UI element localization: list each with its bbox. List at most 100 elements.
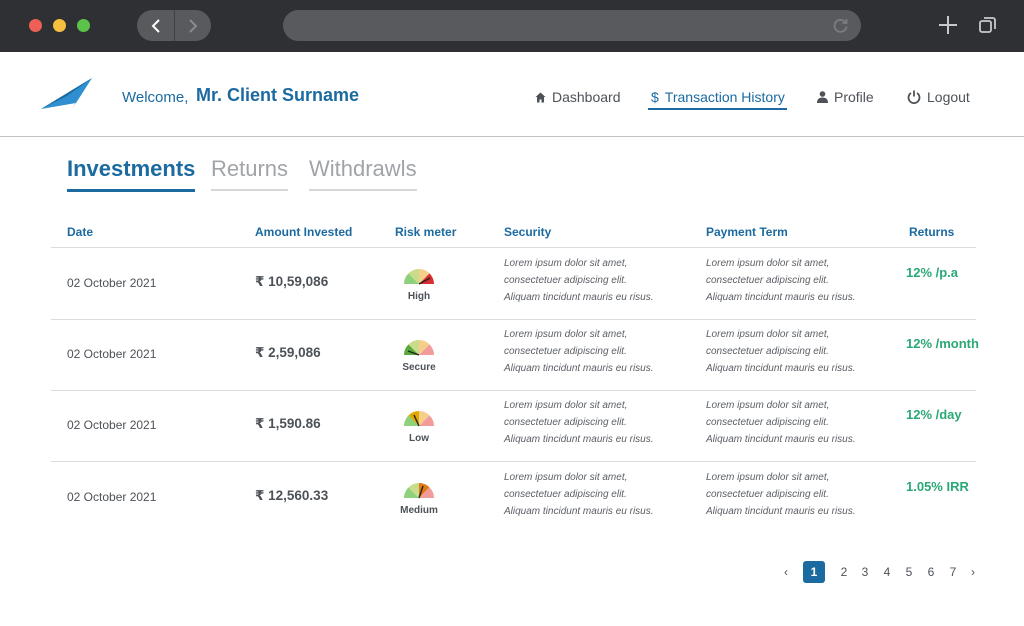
- chevron-right-icon: [189, 18, 198, 33]
- payment-term-line: Lorem ipsum dolor sit amet,: [706, 400, 830, 411]
- amount-cell: ₹ 1,590.86: [255, 416, 321, 431]
- history-nav: [137, 10, 211, 41]
- table-row[interactable]: 02 October 2021 ₹ 12,560.33 Medium Lorem…: [51, 462, 976, 533]
- payment-term-line: Lorem ipsum dolor sit amet,: [706, 472, 830, 483]
- risk-label: Low: [409, 433, 429, 444]
- security-line: Aliquam tincidunt mauris eu risus.: [504, 434, 654, 445]
- security-line: consectetuer adipiscing elit.: [504, 489, 627, 500]
- chevron-left-icon: [151, 18, 160, 33]
- table-row[interactable]: 02 October 2021 ₹ 2,59,086 Secure Lorem …: [51, 320, 979, 391]
- pagination-prev-button[interactable]: ‹: [779, 561, 793, 583]
- pagination-page-2[interactable]: 2: [837, 561, 851, 583]
- address-bar[interactable]: [283, 10, 861, 41]
- payment-term-line: consectetuer adipiscing elit.: [706, 489, 829, 500]
- nav-transaction-history-label: Transaction History: [664, 89, 785, 105]
- nav-profile[interactable]: Profile: [817, 86, 874, 108]
- risk-label: Medium: [400, 505, 438, 516]
- table-header: Date Amount Invested Risk meter Security…: [51, 220, 976, 248]
- column-amount-invested[interactable]: Amount Invested: [255, 225, 352, 239]
- paper-plane-logo-icon[interactable]: [41, 78, 93, 112]
- welcome-text: Welcome,: [122, 89, 189, 106]
- payment-term-line: Lorem ipsum dolor sit amet,: [706, 329, 830, 340]
- tab-investments[interactable]: Investments: [67, 156, 196, 192]
- app-header: Welcome, Mr. Client Surname Dashboard $ …: [0, 52, 1024, 137]
- payment-term-line: Aliquam tincidunt mauris eu risus.: [706, 506, 856, 517]
- payment-term-cell: Lorem ipsum dolor sit amet, consectetuer…: [706, 469, 856, 520]
- tab-withdrawls[interactable]: Withdrawls: [309, 156, 417, 191]
- tabs-icon[interactable]: [979, 16, 997, 34]
- close-window-button[interactable]: [29, 19, 42, 32]
- column-payment-term[interactable]: Payment Term: [706, 225, 788, 239]
- security-line: Lorem ipsum dolor sit amet,: [504, 472, 628, 483]
- payment-term-cell: Lorem ipsum dolor sit amet, consectetuer…: [706, 326, 856, 377]
- column-date[interactable]: Date: [67, 225, 93, 239]
- pagination-page-6[interactable]: 6: [924, 561, 938, 583]
- column-returns[interactable]: Returns: [909, 225, 954, 239]
- payment-term-cell: Lorem ipsum dolor sit amet, consectetuer…: [706, 255, 856, 306]
- security-line: consectetuer adipiscing elit.: [504, 346, 627, 357]
- risk-meter: Low: [399, 409, 439, 444]
- security-line: Lorem ipsum dolor sit amet,: [504, 258, 628, 269]
- back-button[interactable]: [137, 10, 174, 41]
- security-line: Lorem ipsum dolor sit amet,: [504, 400, 628, 411]
- pagination-next-button[interactable]: ›: [966, 561, 980, 583]
- minimize-window-button[interactable]: [53, 19, 66, 32]
- risk-gauge-icon: [404, 340, 434, 356]
- returns-cell: 1.05% IRR: [906, 479, 969, 494]
- nav-profile-label: Profile: [834, 89, 874, 105]
- risk-meter: High: [399, 267, 439, 302]
- maximize-window-button[interactable]: [77, 19, 90, 32]
- date-cell: 02 October 2021: [67, 347, 157, 361]
- payment-term-line: consectetuer adipiscing elit.: [706, 417, 829, 428]
- pagination-page-4[interactable]: 4: [880, 561, 894, 583]
- nav-logout[interactable]: Logout: [907, 86, 970, 108]
- risk-label: Secure: [402, 362, 436, 373]
- browser-toolbar: [0, 0, 1024, 52]
- nav-dashboard[interactable]: Dashboard: [535, 86, 621, 108]
- security-line: Lorem ipsum dolor sit amet,: [504, 329, 628, 340]
- reload-icon[interactable]: [832, 17, 849, 34]
- client-name: Mr. Client Surname: [196, 85, 360, 105]
- payment-term-line: Aliquam tincidunt mauris eu risus.: [706, 292, 856, 303]
- user-icon: [817, 91, 828, 103]
- security-cell: Lorem ipsum dolor sit amet, consectetuer…: [504, 255, 654, 306]
- payment-term-line: Aliquam tincidunt mauris eu risus.: [706, 434, 856, 445]
- payment-term-cell: Lorem ipsum dolor sit amet, consectetuer…: [706, 397, 856, 448]
- nav-dashboard-label: Dashboard: [552, 89, 621, 105]
- security-line: consectetuer adipiscing elit.: [504, 275, 627, 286]
- risk-gauge-icon: [404, 411, 434, 427]
- returns-cell: 12% /day: [906, 407, 962, 422]
- returns-cell: 12% /p.a: [906, 265, 959, 280]
- date-cell: 02 October 2021: [67, 276, 157, 290]
- dollar-icon: $: [651, 89, 659, 105]
- column-security[interactable]: Security: [504, 225, 551, 239]
- tab-returns[interactable]: Returns: [211, 156, 289, 191]
- date-cell: 02 October 2021: [67, 490, 157, 504]
- pagination-page-7[interactable]: 7: [946, 561, 960, 583]
- security-line: Aliquam tincidunt mauris eu risus.: [504, 506, 654, 517]
- nav-transaction-history[interactable]: $ Transaction History: [651, 86, 785, 108]
- table-row[interactable]: 02 October 2021 ₹ 10,59,086 High Lorem i…: [51, 249, 976, 320]
- returns-cell: 12% /month: [906, 336, 979, 351]
- active-nav-indicator: [648, 108, 787, 110]
- pagination-page-5[interactable]: 5: [902, 561, 916, 583]
- forward-button[interactable]: [174, 10, 211, 41]
- power-icon: [907, 90, 921, 104]
- pagination-page-3[interactable]: 3: [858, 561, 872, 583]
- column-risk-meter[interactable]: Risk meter: [395, 225, 456, 239]
- pagination-page-1[interactable]: 1: [803, 561, 825, 583]
- amount-cell: ₹ 12,560.33: [255, 488, 329, 503]
- risk-gauge-icon: [404, 483, 434, 499]
- plus-icon[interactable]: [938, 15, 958, 35]
- risk-label: High: [407, 291, 431, 302]
- nav-logout-label: Logout: [927, 89, 970, 105]
- risk-meter: Secure: [399, 338, 439, 373]
- amount-cell: ₹ 2,59,086: [255, 345, 321, 360]
- security-cell: Lorem ipsum dolor sit amet, consectetuer…: [504, 326, 654, 377]
- table-row[interactable]: 02 October 2021 ₹ 1,590.86 Low Lorem ips…: [51, 391, 976, 462]
- risk-gauge-icon: [404, 269, 434, 285]
- security-line: Aliquam tincidunt mauris eu risus.: [504, 363, 654, 374]
- payment-term-line: Aliquam tincidunt mauris eu risus.: [706, 363, 856, 374]
- security-line: Aliquam tincidunt mauris eu risus.: [504, 292, 654, 303]
- amount-cell: ₹ 10,59,086: [255, 274, 329, 289]
